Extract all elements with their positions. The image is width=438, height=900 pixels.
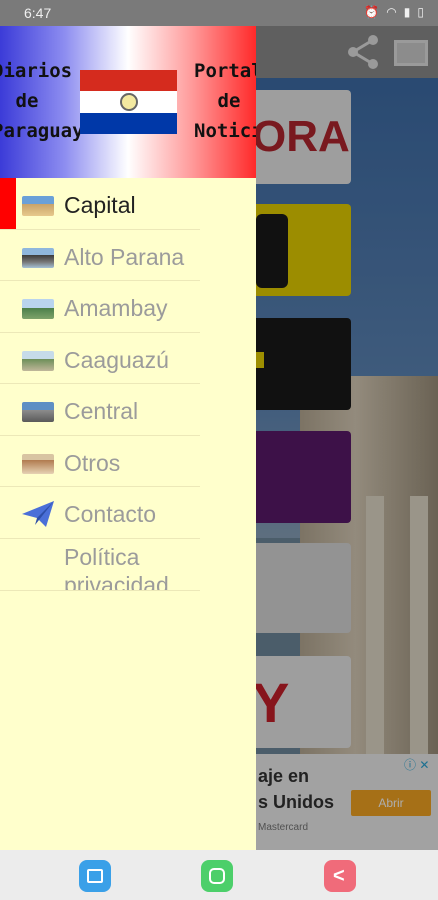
drawer-menu: Capital Alto Parana Amambay Caaguazú Cen… xyxy=(0,178,256,591)
status-icons: ⏰ ◠ ▮ ▯ xyxy=(364,5,424,19)
menu-item-otros[interactable]: Otros xyxy=(0,436,256,487)
status-bar: 6:47 ⏰ ◠ ▮ ▯ xyxy=(0,0,438,26)
menu-item-label: Contacto xyxy=(64,501,157,527)
header-right-text: Portales de Noticias xyxy=(194,56,256,146)
menu-item-label: Central xyxy=(64,398,139,424)
recent-apps-button[interactable] xyxy=(79,860,111,892)
menu-item-contacto[interactable]: Contacto xyxy=(0,487,256,539)
header-left-text: Diarios de Paraguay xyxy=(0,56,84,146)
menu-item-label: Caaguazú xyxy=(64,346,169,373)
back-icon: < xyxy=(333,865,345,887)
home-button[interactable] xyxy=(201,860,233,892)
alto-parana-photo-icon xyxy=(22,247,54,268)
menu-item-label: Otros xyxy=(64,449,121,476)
menu-item-alto-parana[interactable]: Alto Parana xyxy=(0,230,256,281)
menu-item-label: Política privacidad xyxy=(64,543,169,591)
battery-icon: ▯ xyxy=(417,5,424,19)
menu-item-label: Alto Parana xyxy=(64,243,185,270)
capital-photo-icon xyxy=(22,196,54,216)
flag-seal-icon xyxy=(120,93,138,111)
caaguazu-photo-icon xyxy=(22,350,54,371)
menu-item-politica-privacidad[interactable]: Política privacidad xyxy=(0,539,256,591)
signal-icon: ▮ xyxy=(403,5,411,19)
menu-item-caaguazu[interactable]: Caaguazú xyxy=(0,333,256,384)
navigation-drawer: Diarios de Paraguay Portales de Noticias… xyxy=(0,26,256,850)
back-button[interactable]: < xyxy=(324,860,356,892)
active-marker xyxy=(0,178,16,229)
menu-item-central[interactable]: Central xyxy=(0,384,256,436)
menu-item-label: Capital xyxy=(64,192,136,218)
header-right-line: de xyxy=(217,90,241,112)
central-photo-icon xyxy=(22,402,54,422)
paraguay-flag-icon xyxy=(80,70,177,134)
header-left-line: de xyxy=(15,90,39,112)
otros-photo-icon xyxy=(22,453,54,474)
header-left-line: Diarios xyxy=(0,60,73,82)
header-right-line: Portales xyxy=(194,60,256,82)
home-icon xyxy=(209,868,225,884)
header-left-line: Paraguay xyxy=(0,120,84,142)
menu-item-capital[interactable]: Capital xyxy=(0,178,256,230)
wifi-icon: ◠ xyxy=(386,5,397,19)
system-navigation-bar: < xyxy=(0,850,438,900)
drawer-header: Diarios de Paraguay Portales de Noticias xyxy=(0,26,256,178)
recent-apps-icon xyxy=(87,869,103,883)
menu-item-amambay[interactable]: Amambay xyxy=(0,281,256,333)
status-time: 6:47 xyxy=(24,5,52,21)
amambay-photo-icon xyxy=(22,299,54,319)
menu-item-label: Amambay xyxy=(64,295,168,321)
header-right-line: Noticias xyxy=(194,120,256,142)
alarm-icon: ⏰ xyxy=(364,5,380,19)
paper-plane-icon xyxy=(22,501,54,527)
